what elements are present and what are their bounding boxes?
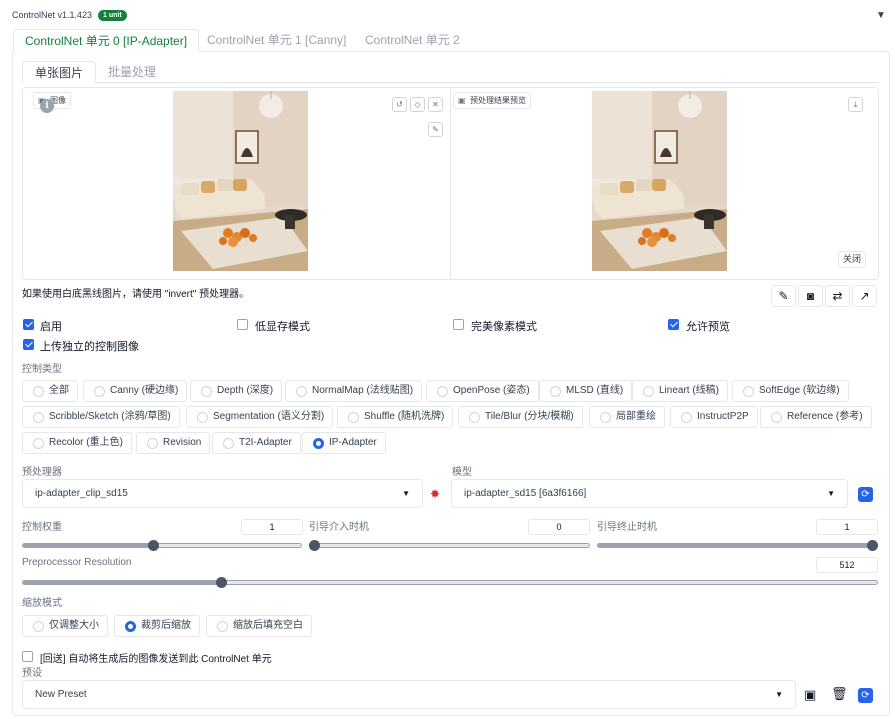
- start-step-slider[interactable]: [309, 543, 590, 548]
- dropdown-caret-icon: ▼: [827, 489, 835, 498]
- low-vram-checkbox[interactable]: [237, 319, 248, 330]
- save-icon[interactable]: ▣: [804, 687, 816, 703]
- app-title: ControlNet v1.1.423: [12, 10, 93, 20]
- start-step-thumb[interactable]: [309, 540, 320, 551]
- refresh-icon[interactable]: ⟳: [858, 688, 873, 703]
- control-weight-label: 控制权重: [22, 522, 62, 533]
- preset-label: 预设: [22, 668, 42, 679]
- tab-unit-2[interactable]: ControlNet 单元 2: [354, 29, 471, 52]
- refresh-icon[interactable]: ⟳: [858, 487, 873, 502]
- allow-preview-checkbox[interactable]: [668, 319, 679, 330]
- resize-mode-resize-fill[interactable]: 缩放后填充空白: [206, 615, 312, 637]
- preprocessor-select[interactable]: ip-adapter_clip_sd15 ▼: [22, 479, 423, 508]
- tab-batch[interactable]: 批量处理: [96, 61, 168, 83]
- triangle-down-icon[interactable]: ▼: [876, 10, 886, 21]
- upload-independent-label: 上传独立的控制图像: [40, 341, 139, 353]
- preset-select[interactable]: New Preset ▼: [22, 680, 796, 709]
- control-type-shuffle[interactable]: Shuffle (随机洗牌): [337, 406, 454, 428]
- control-type-recolor[interactable]: Recolor (重上色): [22, 432, 132, 454]
- allow-preview-label: 允许预览: [686, 321, 730, 333]
- control-type-mlsd[interactable]: MLSD (直线): [539, 380, 633, 402]
- preprocessor-label: 预处理器: [22, 467, 62, 478]
- dropdown-caret-icon: ▼: [402, 489, 410, 498]
- loopback-label: [回送] 自动将生成后的图像发送到此 ControlNet 单元: [40, 654, 272, 665]
- control-type-label: 控制类型: [22, 364, 62, 375]
- image-icon: ▣: [458, 96, 466, 105]
- loopback-checkbox[interactable]: [22, 651, 33, 662]
- preview-label: ▣ 预处理结果预览: [453, 92, 531, 109]
- control-type-softedge[interactable]: SoftEdge (软边缘): [732, 380, 849, 402]
- control-type-all[interactable]: 全部: [22, 380, 78, 402]
- control-type-segmentation[interactable]: Segmentation (语义分割): [186, 406, 334, 428]
- control-type-scribble[interactable]: Scribble/Sketch (涂鸦/草图): [22, 406, 180, 428]
- control-weight-slider[interactable]: [22, 543, 302, 548]
- control-type-revision[interactable]: Revision: [136, 432, 211, 454]
- model-label: 模型: [452, 467, 472, 478]
- control-weight-input[interactable]: 1: [241, 519, 303, 535]
- input-image: [173, 91, 308, 271]
- end-step-thumb[interactable]: [867, 540, 878, 551]
- low-vram-label: 低显存模式: [255, 321, 310, 333]
- control-type-instructp2p[interactable]: InstructP2P: [670, 406, 758, 428]
- resolution-label: Preprocessor Resolution: [22, 557, 132, 568]
- resolution-input[interactable]: 512: [816, 557, 878, 573]
- eraser-icon[interactable]: ◇: [410, 97, 425, 112]
- camera-icon[interactable]: ◙: [798, 285, 823, 307]
- pixel-perfect-label: 完美像素模式: [471, 321, 537, 333]
- tab-unit-0[interactable]: ControlNet 单元 0 [IP-Adapter]: [13, 29, 200, 52]
- enable-label: 启用: [40, 321, 62, 333]
- end-step-input[interactable]: 1: [816, 519, 878, 535]
- brush-icon[interactable]: ✎: [428, 122, 443, 137]
- control-type-tile[interactable]: Tile/Blur (分块/模糊): [458, 406, 583, 428]
- undo-icon[interactable]: ↺: [392, 97, 407, 112]
- close-icon[interactable]: ✕: [428, 97, 443, 112]
- start-step-input[interactable]: 0: [528, 519, 590, 535]
- control-type-lineart[interactable]: Lineart (线稿): [632, 380, 729, 402]
- resize-mode-crop-resize[interactable]: 裁剪后缩放: [114, 615, 200, 637]
- upload-independent-checkbox[interactable]: [23, 339, 34, 350]
- control-type-canny[interactable]: Canny (硬边缘): [83, 380, 188, 402]
- trash-icon[interactable]: 🗑: [831, 686, 848, 702]
- invert-hint: 如果使用白底黑线图片，请使用 "invert" 预处理器。: [22, 289, 250, 300]
- start-step-label: 引导介入时机: [309, 522, 369, 533]
- send-icon[interactable]: ↗: [852, 285, 877, 307]
- resolution-slider[interactable]: [22, 580, 878, 585]
- edit-icon[interactable]: ✎: [771, 285, 796, 307]
- control-type-depth[interactable]: Depth (深度): [190, 380, 283, 402]
- control-type-inpaint[interactable]: 局部重绘: [589, 406, 665, 428]
- enable-checkbox[interactable]: [23, 319, 34, 330]
- resize-mode-just-resize[interactable]: 仅调整大小: [22, 615, 108, 637]
- end-step-label: 引导终止时机: [597, 522, 657, 533]
- dropdown-caret-icon: ▼: [775, 690, 783, 699]
- control-type-openpose[interactable]: OpenPose (姿态): [426, 380, 539, 402]
- info-icon[interactable]: i: [40, 99, 54, 113]
- preview-image: [592, 91, 727, 271]
- swap-icon[interactable]: ⇄: [825, 285, 850, 307]
- control-type-reference[interactable]: Reference (参考): [760, 406, 872, 428]
- tab-single-image[interactable]: 单张图片: [22, 61, 97, 83]
- end-step-slider[interactable]: [597, 543, 878, 548]
- resize-mode-label: 缩放模式: [22, 598, 62, 609]
- download-icon[interactable]: ⤓: [848, 97, 863, 112]
- explosion-icon[interactable]: ✸: [430, 487, 440, 501]
- control-type-normalmap[interactable]: NormalMap (法线贴图): [285, 380, 423, 402]
- model-select[interactable]: ip-adapter_sd15 [6a3f6166] ▼: [451, 479, 848, 508]
- unit-count-badge: 1 unit: [98, 10, 127, 21]
- tab-unit-1[interactable]: ControlNet 单元 1 [Canny]: [196, 29, 357, 52]
- control-type-ip-adapter[interactable]: IP-Adapter: [302, 432, 386, 454]
- control-type-t2i-adapter[interactable]: T2I-Adapter: [212, 432, 301, 454]
- pixel-perfect-checkbox[interactable]: [453, 319, 464, 330]
- close-preview-button[interactable]: 关闭: [838, 251, 867, 268]
